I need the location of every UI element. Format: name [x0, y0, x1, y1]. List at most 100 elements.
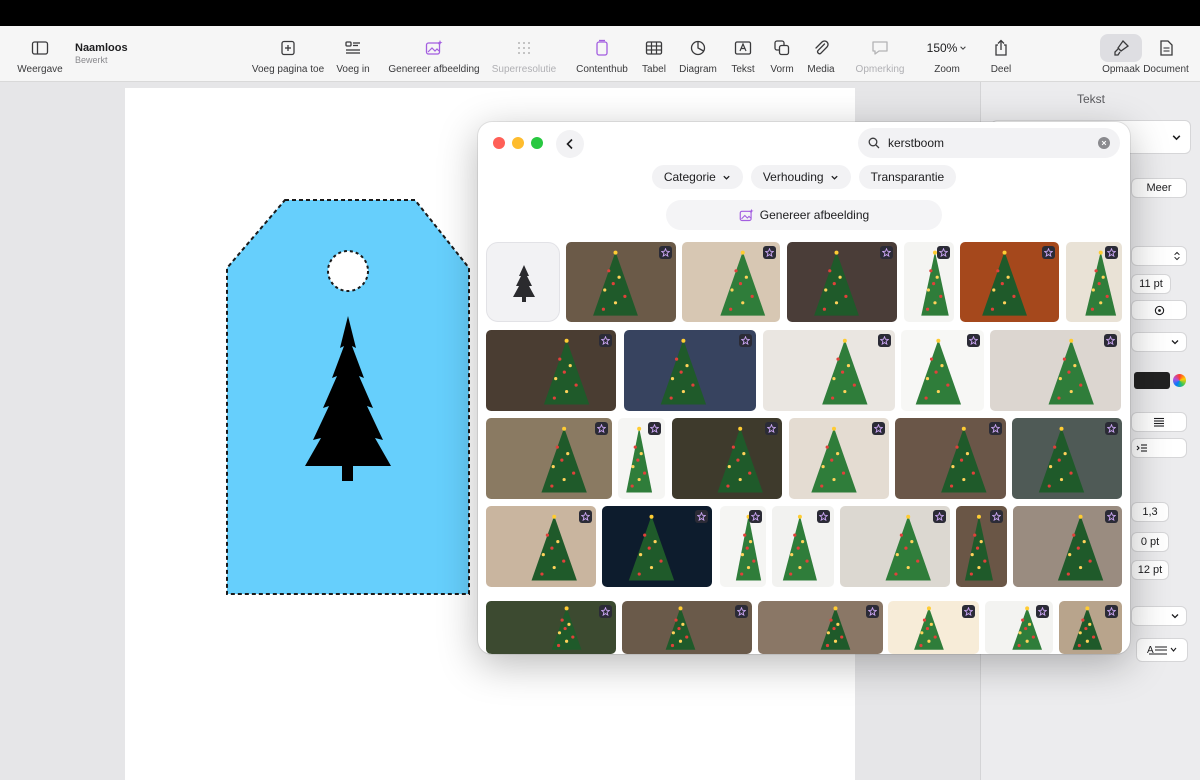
more-button[interactable]: Meer — [1131, 178, 1187, 198]
space-after-field[interactable]: 12 pt — [1131, 560, 1169, 580]
font-size-field[interactable]: 11 pt — [1131, 274, 1171, 294]
comment-label: Opmerking — [855, 64, 905, 75]
share-icon — [985, 34, 1017, 62]
bullets-select[interactable] — [1131, 606, 1187, 626]
search-field[interactable]: kerstboom — [858, 128, 1120, 158]
ai-sparkle-badge-icon — [659, 246, 672, 259]
christmas-tree-illustration — [660, 338, 707, 405]
image-result-thumbnail[interactable] — [682, 242, 780, 322]
image-result-thumbnail[interactable] — [486, 506, 596, 587]
image-result-thumbnail[interactable] — [622, 601, 752, 654]
image-result-thumbnail[interactable] — [486, 242, 560, 322]
gift-tag-shape[interactable] — [225, 198, 475, 600]
image-result-thumbnail[interactable] — [985, 601, 1053, 654]
image-result-thumbnail[interactable] — [618, 418, 665, 499]
share-button[interactable]: Deel — [956, 34, 1046, 75]
document-title: Naamloos Bewerkt — [75, 42, 128, 65]
document-button[interactable]: Document — [1121, 34, 1200, 75]
insert-label: Voeg in — [336, 64, 370, 75]
super-resolution-label: Superresolutie — [491, 64, 557, 75]
paperclip-icon — [805, 34, 837, 62]
font-select[interactable] — [1131, 246, 1187, 266]
document-icon — [1150, 34, 1182, 62]
line-spacing-field[interactable]: 1,3 — [1131, 502, 1169, 522]
image-result-thumbnail[interactable] — [840, 506, 950, 587]
ai-sparkle-badge-icon — [735, 605, 748, 618]
clear-search-button[interactable] — [1098, 137, 1110, 149]
ai-sparkle-badge-icon — [739, 334, 752, 347]
updown-chevron-icon — [1174, 251, 1180, 261]
image-result-thumbnail[interactable] — [901, 330, 984, 411]
back-button[interactable] — [556, 130, 584, 158]
character-style-select[interactable] — [1131, 332, 1187, 352]
align-justify-button[interactable] — [1131, 412, 1187, 432]
ai-sparkle-badge-icon — [749, 510, 762, 523]
align-justify-icon — [1154, 417, 1164, 427]
image-result-thumbnail[interactable] — [624, 330, 756, 411]
image-result-thumbnail[interactable] — [763, 330, 895, 411]
filter-transparency[interactable]: Transparantie — [858, 165, 957, 189]
more-label: Meer — [1146, 182, 1172, 194]
ai-sparkle-badge-icon — [595, 422, 608, 435]
text-wrap-select[interactable]: A — [1136, 638, 1188, 662]
ai-sparkle-badge-icon — [1105, 246, 1118, 259]
view-label: Weergave — [17, 64, 63, 75]
ai-sparkle-badge-icon — [599, 605, 612, 618]
image-result-thumbnail[interactable] — [486, 418, 612, 499]
filter-category[interactable]: Categorie — [651, 165, 743, 189]
image-result-thumbnail[interactable] — [990, 330, 1121, 411]
image-result-thumbnail[interactable] — [602, 506, 712, 587]
christmas-tree-illustration — [541, 426, 587, 493]
text-wrap-icon: A — [1147, 645, 1177, 656]
image-result-thumbnail[interactable] — [758, 601, 883, 654]
chevron-down-icon — [1171, 614, 1179, 619]
christmas-tree-illustration — [820, 606, 851, 650]
image-result-thumbnail[interactable] — [772, 506, 834, 587]
image-result-thumbnail[interactable] — [1013, 506, 1122, 587]
image-result-thumbnail[interactable] — [904, 242, 954, 322]
image-result-thumbnail[interactable] — [1066, 242, 1122, 322]
super-resolution-button[interactable]: Superresolutie — [479, 34, 569, 75]
minimize-window-button[interactable] — [512, 137, 524, 149]
image-result-thumbnail[interactable] — [486, 601, 616, 654]
space-before-field[interactable]: 0 pt — [1131, 532, 1169, 552]
christmas-tree-illustration — [1048, 338, 1094, 405]
add-page-icon — [272, 34, 304, 62]
image-result-thumbnail[interactable] — [566, 242, 676, 322]
close-window-button[interactable] — [493, 137, 505, 149]
search-input[interactable]: kerstboom — [888, 136, 1098, 150]
text-color-swatch[interactable] — [1134, 372, 1170, 389]
chevron-down-icon — [1172, 134, 1181, 140]
ai-sparkle-badge-icon — [880, 246, 893, 259]
space-before-value: 0 pt — [1140, 536, 1160, 548]
image-result-thumbnail[interactable] — [956, 506, 1007, 587]
generate-image-button[interactable]: Genereer afbeelding — [666, 200, 942, 230]
ai-sparkle-badge-icon — [579, 510, 592, 523]
image-result-thumbnail[interactable] — [888, 601, 979, 654]
ai-sparkle-badge-icon — [765, 422, 778, 435]
insert-button[interactable]: Voeg in — [308, 34, 398, 75]
ai-sparkle-badge-icon — [1105, 605, 1118, 618]
image-result-thumbnail[interactable] — [1059, 601, 1122, 654]
filter-ratio[interactable]: Verhouding — [750, 165, 851, 189]
image-result-thumbnail[interactable] — [960, 242, 1059, 322]
ai-sparkle-badge-icon — [763, 246, 776, 259]
text-options-button[interactable] — [1131, 300, 1187, 320]
comment-icon — [864, 34, 896, 62]
image-result-thumbnail[interactable] — [895, 418, 1006, 499]
image-result-thumbnail[interactable] — [787, 242, 897, 322]
image-result-thumbnail[interactable] — [486, 330, 616, 411]
indent-button[interactable] — [1131, 438, 1187, 458]
ai-sparkle-badge-icon — [695, 510, 708, 523]
view-button[interactable]: Weergave — [0, 34, 85, 75]
chevron-left-icon — [566, 138, 573, 150]
image-result-thumbnail[interactable] — [672, 418, 782, 499]
image-result-thumbnail[interactable] — [789, 418, 889, 499]
color-wheel-icon[interactable] — [1173, 374, 1186, 387]
ai-sparkle-badge-icon — [989, 422, 1002, 435]
zoom-window-button[interactable] — [531, 137, 543, 149]
generate-image-button[interactable]: Genereer afbeelding — [388, 34, 480, 75]
image-result-thumbnail[interactable] — [720, 506, 766, 587]
image-result-thumbnail[interactable] — [1012, 418, 1122, 499]
ai-sparkle-badge-icon — [1104, 334, 1117, 347]
